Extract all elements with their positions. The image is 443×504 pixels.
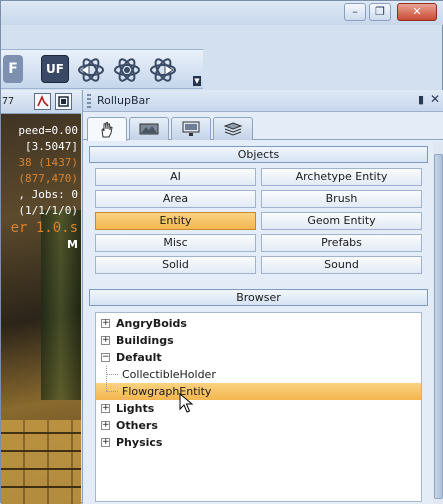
rollup-scrollbar[interactable] [433,142,443,504]
atom-arrow-left-icon[interactable] [77,56,105,84]
rollup-close-icon[interactable]: ✕ [430,92,440,106]
tree-folder-item[interactable]: + Lights [96,400,421,417]
expand-icon[interactable]: + [101,438,110,447]
grip-icon[interactable] [87,94,91,108]
viewport-stat-line: (877,470) [18,172,78,185]
tree-leaf-label: CollectibleHolder [122,368,216,381]
expand-icon[interactable]: + [101,421,110,430]
tree-folder-item[interactable]: + Others [96,417,421,434]
tree-connector [106,366,107,391]
tree-folder-item[interactable]: + Physics [96,434,421,451]
toolbar-f-button[interactable]: F [3,55,23,83]
object-type-button-ai[interactable]: AI [95,168,256,186]
browser-header[interactable]: Browser [89,289,428,306]
hand-icon [101,121,113,137]
layers-icon [223,122,243,136]
pin-icon[interactable]: ▮ [418,93,424,106]
toolbar-uf-button[interactable]: UF [41,55,69,83]
viewport-pdf-icon[interactable] [34,93,51,110]
main-toolbar: F UF ▼ [1,49,203,89]
object-type-button-misc[interactable]: Misc [95,234,256,252]
tab-display[interactable] [171,117,211,140]
tree-folder-label: Others [116,419,158,432]
objects-header[interactable]: Objects [89,146,428,163]
viewport-stat-line: [3.5047] [25,140,78,153]
rollup-title: RollupBar [97,94,150,107]
viewport-maximize-icon[interactable] [55,93,72,110]
toolbar-f-label: F [8,61,18,77]
tree-leaf-item[interactable]: FlowgraphEntity [96,383,421,400]
tree-folder-item[interactable]: − Default [96,349,421,366]
tree-folder-label: AngryBoids [116,317,187,330]
object-type-button-archetype-entity[interactable]: Archetype Entity [261,168,422,186]
minimize-button[interactable]: – [344,3,366,21]
close-window-button[interactable]: ✕ [397,3,437,21]
rollup-bar: RollupBar ▮ ✕ Objects AI Archetype Entit… [82,90,443,504]
window-title-bar: – ❐ ✕ [1,1,443,25]
toolbar-overflow-icon[interactable]: ▼ [193,76,201,86]
tree-connector [106,391,118,392]
tree-folder-item[interactable]: + Buildings [96,332,421,349]
viewport-stat-line: peed=0.00 [18,124,78,137]
expand-icon[interactable]: + [101,319,110,328]
tree-folder-label: Buildings [116,334,174,347]
viewport-3d[interactable]: 77 peed=0.00 [3.5047] 38 (1437) (877,470) , … [1,90,81,504]
viewport-header: 77 [1,90,81,114]
collapse-icon[interactable]: − [101,353,110,362]
object-type-button-prefabs[interactable]: Prefabs [261,234,422,252]
tree-folder-label: Lights [116,402,155,415]
tree-folder-item[interactable]: + AngryBoids [96,315,421,332]
toolbar-uf-label: UF [46,62,64,76]
viewport-stat-line: er 1.0.s [10,220,78,236]
atom-icon[interactable] [113,56,141,84]
object-type-button-sound[interactable]: Sound [261,256,422,274]
tree-folder-label: Physics [116,436,163,449]
tree-connector [106,374,118,375]
object-type-button-entity[interactable]: Entity [95,212,256,230]
tab-terrain[interactable] [129,117,169,140]
tab-objects[interactable] [87,117,127,141]
object-type-button-brush[interactable]: Brush [261,190,422,208]
object-type-button-geom-entity[interactable]: Geom Entity [261,212,422,230]
editor-window: – ❐ ✕ F UF ▼ 77 peed=0.00 [3.5047] 38 (1… [0,0,443,504]
viewport-stat-line: (1/1/1/0) [18,204,78,217]
browser-tree[interactable]: + AngryBoids + Buildings − Default Collectible… [95,312,422,502]
expand-icon[interactable]: + [101,336,110,345]
rollup-tabs [83,114,443,141]
restore-button[interactable]: ❐ [369,3,391,21]
rollup-title-bar: RollupBar ▮ ✕ [83,90,443,112]
viewport-bricks [1,420,81,504]
object-type-button-area[interactable]: Area [95,190,256,208]
viewport-stat-line: , Jobs: 0 [18,188,78,201]
monitor-icon [182,121,200,136]
tab-layers[interactable] [213,117,253,140]
mouse-cursor-icon [179,393,194,413]
tree-folder-label: Default [116,351,162,364]
scrollbar-thumb[interactable] [434,154,443,499]
viewport-stat-line: 38 (1437) [18,156,78,169]
terrain-icon [139,123,159,135]
atom-arrow-right-icon[interactable] [149,56,177,84]
viewport-counter: 77 [2,96,15,107]
tree-leaf-item[interactable]: CollectibleHolder [96,366,421,383]
object-type-button-solid[interactable]: Solid [95,256,256,274]
viewport-stat-line: M [67,238,78,251]
tree-leaf-label: FlowgraphEntity [122,385,212,398]
expand-icon[interactable]: + [101,404,110,413]
